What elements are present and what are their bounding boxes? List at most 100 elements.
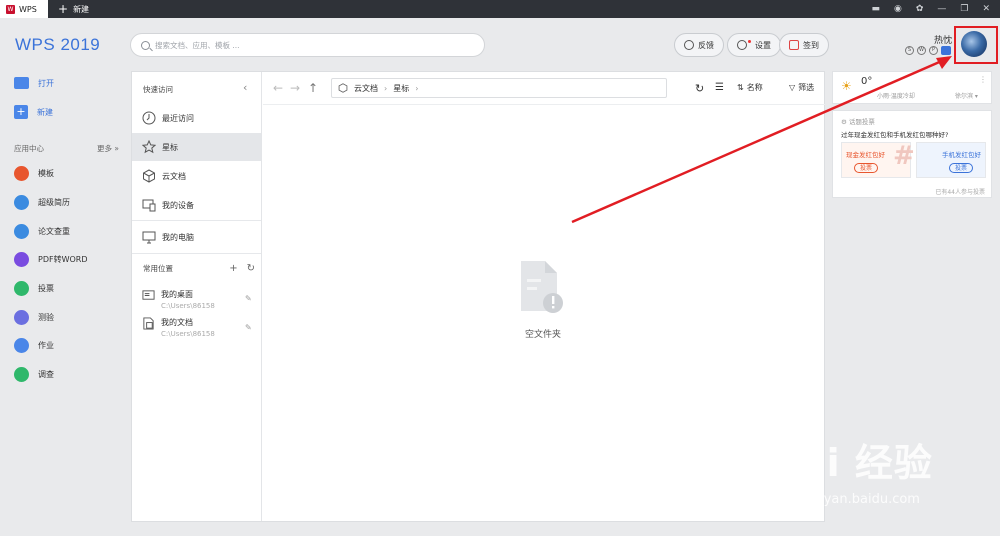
vote-button[interactable]: 投票 <box>854 163 878 173</box>
close-icon[interactable]: ✕ <box>982 4 990 14</box>
vote-question: 过年现金发红包和手机发红包哪种好? <box>841 131 949 139</box>
sort-button[interactable]: ⇅ 名称 <box>737 82 763 93</box>
vote-icon <box>14 281 29 296</box>
plus-box-icon: + <box>14 105 28 119</box>
open-button[interactable]: 打开 <box>14 77 54 89</box>
city-selector[interactable]: 徐尔滨 ▾ <box>955 91 978 100</box>
qa-item-label: 星标 <box>162 142 178 152</box>
filter-button[interactable]: ▽ 筛选 <box>789 82 814 93</box>
qa-item-my-devices[interactable]: 我的设备 <box>132 191 261 219</box>
bookmark-icon[interactable]: ◉ <box>894 4 902 14</box>
settings-button[interactable]: 设置 <box>727 33 781 57</box>
search-input[interactable]: 搜索文档、应用、模板 ... <box>130 33 485 57</box>
weather-description: 小雨·温度冷却 <box>877 93 915 100</box>
title-bar: W WPS + 新建 ▬ ◉ ✿ — ❐ ✕ <box>0 0 1000 18</box>
collapse-icon[interactable]: ‹ <box>243 81 247 94</box>
filter-label: 筛选 <box>798 83 815 92</box>
sidebar-app-5[interactable]: 测验 <box>14 310 54 325</box>
plus-icon: + <box>58 2 69 16</box>
more-link[interactable]: 更多 » <box>97 143 119 154</box>
member-badge-icon[interactable] <box>941 46 951 55</box>
sidebar-app-3[interactable]: PDF转WORD <box>14 252 88 267</box>
clock-icon <box>142 111 156 125</box>
tab-wps-label: WPS <box>19 4 37 14</box>
document-icon <box>143 317 154 330</box>
qa-item-my-computer[interactable]: 我的电脑 <box>132 223 261 251</box>
up-arrow-icon[interactable]: ↑ <box>308 81 318 95</box>
sort-label: 名称 <box>746 83 763 92</box>
search-icon <box>141 40 150 50</box>
location-name: 我的桌面 <box>161 290 193 299</box>
annotation-highlight-box <box>954 26 998 64</box>
tab-wps[interactable]: W WPS <box>0 0 48 18</box>
user-name[interactable]: 热忱 <box>934 33 952 46</box>
member-s-icon[interactable]: S <box>905 46 914 55</box>
refresh-icon[interactable]: ↻ <box>247 263 255 274</box>
checkin-button[interactable]: 签到 <box>779 33 829 57</box>
empty-folder-icon <box>521 261 563 313</box>
add-location-icon[interactable]: + <box>229 263 237 274</box>
qa-item-cloud-docs[interactable]: 云文档 <box>132 162 261 190</box>
cube-icon <box>338 83 348 93</box>
new-button[interactable]: + 新建 <box>14 105 53 119</box>
empty-folder-label: 空文件夹 <box>524 330 561 340</box>
sidebar-app-0[interactable]: 模板 <box>14 166 54 181</box>
member-p-icon[interactable]: P <box>929 46 938 55</box>
list-view-icon[interactable]: ☰ <box>715 82 724 93</box>
cube-icon <box>143 169 155 183</box>
back-arrow-icon[interactable]: ← <box>273 81 283 95</box>
pin-icon[interactable]: ✎ <box>245 323 252 332</box>
sidebar-app-1[interactable]: 超级简历 <box>14 195 70 210</box>
more-options-icon[interactable]: ⋮ <box>979 75 987 84</box>
feedback-button[interactable]: 反馈 <box>674 33 724 57</box>
vote-option-b[interactable]: 手机发红包好 投票 <box>916 142 986 178</box>
checkin-icon <box>789 40 799 50</box>
new-tab-label: 新建 <box>73 4 90 14</box>
location-path: C:\Users\86158 <box>161 330 215 338</box>
sidebar-app-6[interactable]: 作业 <box>14 338 54 353</box>
quiz-icon <box>14 310 29 325</box>
wps-logo-icon: W <box>6 4 15 14</box>
location-documents[interactable]: 我的文档 C:\Users\86158 <box>142 317 215 338</box>
file-toolbar: ← → ↑ 云文档 › 星标 › ↻ ☰ ⇅ 名称 ▽ 筛选 <box>263 72 825 105</box>
sidebar-app-7[interactable]: 调查 <box>14 367 54 382</box>
template-icon <box>14 166 29 181</box>
pin-icon[interactable]: ✎ <box>245 294 252 303</box>
weather-widget[interactable]: ☀ 0° 小雨·温度冷却 徐尔滨 ▾ ⋮ <box>832 71 992 104</box>
forward-arrow-icon[interactable]: → <box>290 81 300 95</box>
qa-item-recent[interactable]: 最近访问 <box>132 104 261 132</box>
breadcrumb-item[interactable]: 星标 <box>393 83 409 94</box>
divider <box>132 253 261 254</box>
sort-arrow-icon: ⇅ <box>737 83 744 92</box>
chat-bubble-icon <box>684 40 694 50</box>
file-panel: 快速访问 ‹ 最近访问 星标 云文档 我的设备 我的电脑 常用位置 + ↻ 我的… <box>131 71 825 522</box>
devices-icon <box>142 199 156 212</box>
qa-item-label: 我的设备 <box>162 200 194 210</box>
sidebar-app-4[interactable]: 投票 <box>14 281 54 296</box>
location-path: C:\Users\86158 <box>161 302 215 310</box>
location-desktop[interactable]: 我的桌面 C:\Users\86158 <box>142 289 215 310</box>
qa-item-starred[interactable]: 星标 <box>132 133 261 161</box>
sidebar-app-2[interactable]: 论文查重 <box>14 224 70 239</box>
new-tab-button[interactable]: + 新建 <box>58 0 89 18</box>
restore-icon[interactable]: ❐ <box>960 4 968 14</box>
paper-check-icon <box>14 224 29 239</box>
member-w-icon[interactable]: W <box>917 46 926 55</box>
breadcrumb-item[interactable]: 云文档 <box>354 83 378 94</box>
gear-icon <box>737 40 747 50</box>
refresh-icon[interactable]: ↻ <box>695 82 704 95</box>
hashtag-icon: # <box>893 141 915 171</box>
sidebar-app-label: 投票 <box>38 284 54 293</box>
vote-button[interactable]: 投票 <box>949 163 973 173</box>
baidu-watermark-url: jingyan.baidu.com <box>800 492 920 507</box>
pdf-icon <box>14 252 29 267</box>
location-name: 我的文档 <box>161 318 193 327</box>
minimize-icon[interactable]: — <box>937 4 946 14</box>
settings-label: 设置 <box>755 40 771 50</box>
skin-icon[interactable]: ▬ <box>871 4 880 14</box>
vote-widget: ⚙ 话题投票 过年现金发红包和手机发红包哪种好? 现金发红包好 投票 手机发红包… <box>832 110 992 198</box>
sidebar-app-label: 调查 <box>38 370 54 379</box>
theme-icon[interactable]: ✿ <box>916 4 924 14</box>
breadcrumb[interactable]: 云文档 › 星标 › <box>331 78 667 98</box>
sidebar-app-label: 超级简历 <box>38 198 70 207</box>
